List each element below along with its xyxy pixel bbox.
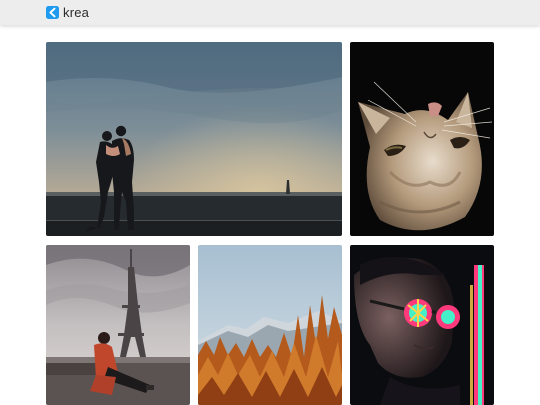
gallery-image-couple[interactable] — [46, 42, 342, 236]
gallery-image-forest[interactable] — [198, 245, 342, 405]
gallery-image-neon[interactable] — [350, 245, 494, 405]
neon-photo — [350, 245, 494, 405]
gallery-image-cat[interactable] — [350, 42, 494, 236]
forest-photo — [198, 245, 342, 405]
gallery-image-eiffel[interactable] — [46, 245, 190, 405]
krea-logo-icon — [46, 6, 59, 19]
cat-photo — [350, 42, 494, 236]
eiffel-photo — [46, 245, 190, 405]
krea-logo-link[interactable]: krea — [46, 6, 89, 19]
top-bar: krea — [0, 0, 540, 25]
couple-photo — [46, 42, 342, 236]
brand-name: krea — [63, 5, 90, 20]
